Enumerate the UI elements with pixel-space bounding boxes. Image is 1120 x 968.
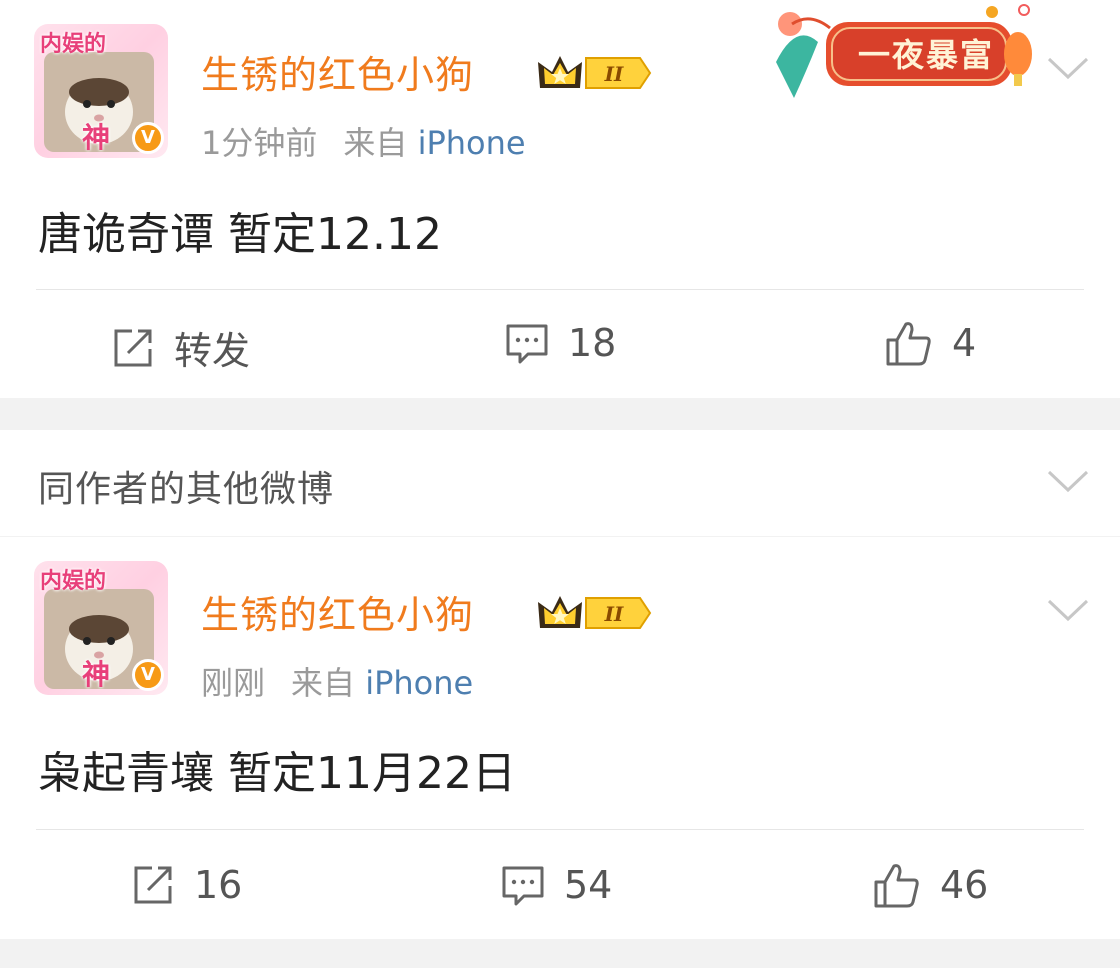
post-card: 内娱的 神 V 生锈的红色小狗 II 1分钟前 来自 iPhone 一夜暴富 唐…: [0, 0, 1120, 398]
svg-text:II: II: [604, 62, 624, 86]
svg-text:II: II: [604, 602, 624, 626]
post-time: 1分钟前: [201, 124, 318, 162]
username[interactable]: 生锈的红色小狗: [201, 44, 474, 99]
post-meta: 刚刚 来自 iPhone: [201, 658, 473, 704]
repost-button[interactable]: 16: [130, 862, 242, 908]
member-crown-badge[interactable]: II: [536, 52, 654, 98]
post-text: 唐诡奇谭 暂定12.12: [38, 209, 442, 260]
source-prefix: 来自: [343, 124, 408, 162]
repost-count: 16: [194, 863, 243, 907]
repost-icon: [134, 866, 172, 904]
verified-icon: V: [132, 122, 164, 154]
avatar-frame-text: 内娱的: [40, 569, 107, 594]
avatar-frame-text-2: 神: [82, 121, 111, 154]
avatar-frame-text-2: 神: [82, 658, 111, 691]
username[interactable]: 生锈的红色小狗: [201, 584, 474, 639]
verified-icon: V: [132, 659, 164, 691]
like-button[interactable]: 4: [884, 318, 976, 368]
comment-button[interactable]: 54: [500, 862, 612, 908]
divider: [36, 289, 1084, 290]
post-source[interactable]: iPhone: [418, 124, 526, 162]
comment-icon: [506, 324, 548, 364]
comment-button[interactable]: 18: [504, 320, 616, 366]
crown-icon: II: [538, 596, 652, 629]
divider: [36, 829, 1084, 830]
chevron-down-icon[interactable]: [1046, 468, 1090, 494]
source-prefix: 来自: [291, 664, 356, 702]
like-count: 4: [952, 321, 977, 365]
repost-label: 转发: [174, 329, 251, 373]
chevron-down-icon[interactable]: [1046, 597, 1090, 623]
repost-button[interactable]: 转发: [110, 320, 250, 375]
like-button[interactable]: 46: [872, 860, 988, 910]
post-meta: 1分钟前 来自 iPhone: [201, 118, 526, 164]
post-text: 枭起青壤 暂定11月22日: [38, 748, 516, 799]
comment-count: 18: [568, 321, 617, 365]
crown-icon: II: [538, 56, 652, 89]
post-source[interactable]: iPhone: [365, 664, 473, 702]
avatar[interactable]: 内娱的 神 V: [34, 24, 168, 158]
section-title: 同作者的其他微博: [38, 469, 335, 510]
like-count: 46: [940, 863, 989, 907]
avatar[interactable]: 内娱的 神 V: [34, 561, 168, 695]
thumbs-up-icon: [874, 864, 919, 908]
comment-icon: [502, 866, 544, 906]
post-card: 内娱的 神 V 生锈的红色小狗 II 刚刚 来自 iPhone 枭起青壤 暂定11…: [0, 537, 1120, 939]
chevron-down-icon[interactable]: [1046, 55, 1090, 81]
comment-count: 54: [564, 863, 613, 907]
festival-badge-text: 一夜暴富: [858, 36, 995, 74]
repost-icon: [114, 329, 152, 366]
avatar-frame-text: 内娱的: [40, 32, 107, 57]
member-crown-badge[interactable]: II: [536, 592, 654, 638]
section-header: 同作者的其他微博: [0, 430, 1120, 536]
thumbs-up-icon: [886, 322, 931, 366]
post-time: 刚刚: [201, 664, 266, 702]
